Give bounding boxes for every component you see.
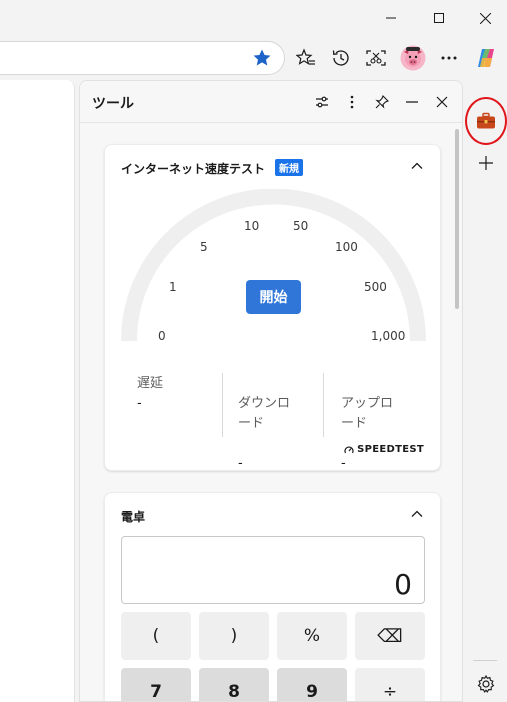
download-metric: ダウンロ ード - [238,374,290,494]
key-backspace[interactable]: ⌫ [355,612,425,660]
latency-value: - [137,396,142,411]
gauge-tick: 100 [335,240,358,254]
gauge-tick: 0 [158,329,166,343]
pane-scrollbar[interactable] [455,129,459,309]
web-page-content [0,80,75,702]
key-7[interactable]: 7 [121,668,191,701]
pane-more-button[interactable] [342,92,362,112]
gauge-tick: 10 [244,219,260,233]
history-icon[interactable] [329,46,353,70]
download-label: ダウンロ ード [238,396,291,431]
favorites-icon[interactable] [294,46,318,70]
gauge-tick: 5 [200,240,208,254]
new-badge: 新規 [275,159,303,176]
gauge-tick: 50 [293,219,309,233]
profile-avatar[interactable] [400,45,426,71]
tools-sidebar-button[interactable] [465,97,507,145]
more-vertical-icon [350,95,354,109]
key-open-paren[interactable]: ( [121,612,191,660]
chevron-up-icon[interactable] [410,507,424,521]
key-close-paren[interactable]: ) [199,612,269,660]
pin-icon [375,95,389,109]
start-button[interactable]: 開始 [246,280,301,314]
speedtest-title: インターネット速度テスト [121,162,266,176]
chevron-up-icon[interactable] [410,159,424,173]
key-9[interactable]: 9 [277,668,347,701]
gauge-tick: 1 [169,280,177,294]
screenshot-icon[interactable] [364,46,388,70]
metric-divider [222,373,223,437]
add-sidebar-app-button[interactable] [476,153,496,173]
minimize-button[interactable] [368,0,414,36]
speedometer-icon [344,445,354,453]
copilot-icon[interactable] [474,46,498,70]
latency-label: 遅延 [137,376,164,391]
close-icon [436,96,448,108]
speed-gauge: 0 1 5 10 50 100 500 1,000 [121,189,426,349]
upload-metric: アップロ ード - [341,374,393,494]
maximize-button[interactable] [416,0,462,36]
favorite-star-icon[interactable] [252,48,272,68]
metric-divider [323,373,324,437]
pane-minimize-button[interactable] [402,92,422,112]
key-percent[interactable]: % [277,612,347,660]
tools-pane: ツール インターネット速度テスト 新規 0 1 5 10 50 100 500 … [79,80,463,702]
display-value: 0 [394,568,412,601]
upload-value: - [341,456,346,471]
gauge-arc [121,189,426,342]
tools-pane-header: ツール [80,81,462,123]
gauge-tick: 500 [364,280,387,294]
gear-icon[interactable] [476,674,496,694]
key-divide[interactable]: ÷ [355,668,425,701]
minimize-icon [406,101,418,103]
close-icon [479,12,491,24]
download-value: - [238,456,243,471]
upload-label: アップロ ード [341,396,394,431]
edge-sidebar [463,80,507,702]
calculator-title: 電卓 [121,510,146,524]
more-icon[interactable] [437,46,461,70]
pin-button[interactable] [372,92,392,112]
title-bar [0,0,507,36]
minimize-icon [386,17,396,19]
tools-pane-title: ツール [92,96,134,112]
speedtest-card: インターネット速度テスト 新規 0 1 5 10 50 100 500 1,00… [104,144,441,471]
customize-button[interactable] [312,92,332,112]
key-8[interactable]: 8 [199,668,269,701]
sliders-icon [316,96,328,108]
gauge-tick: 1,000 [371,329,406,343]
sidebar-divider [473,660,497,661]
plus-icon [479,156,493,170]
speedtest-brand: SPEEDTEST [344,444,424,455]
close-window-button[interactable] [462,0,507,36]
latency-metric: 遅延 - [137,374,163,414]
address-bar[interactable] [0,41,285,75]
brand-name: SPEEDTEST [357,444,424,455]
calculator-display: 0 [121,536,425,604]
maximize-icon [434,13,444,23]
toolbox-icon [477,112,495,129]
calculator-card: 電卓 0 ( ) % ⌫ 7 8 9 ÷ [104,492,441,701]
pane-close-button[interactable] [432,92,452,112]
